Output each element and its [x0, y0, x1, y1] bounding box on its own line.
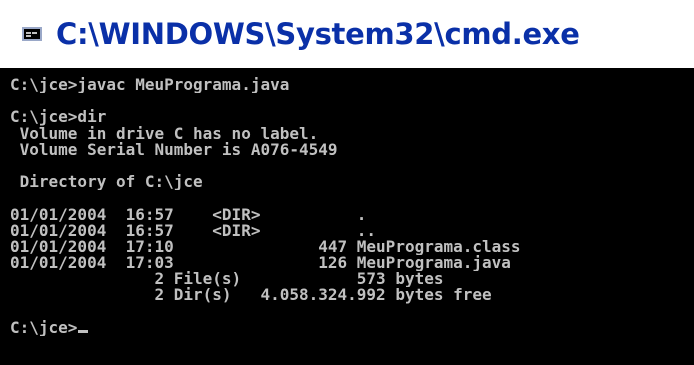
console-line: 01/01/2004 16:57 <DIR> . — [10, 206, 367, 223]
console-output[interactable]: C:\jce>javac MeuPrograma.java C:\jce>dir… — [0, 68, 694, 365]
console-line: Directory of C:\jce — [10, 174, 203, 191]
console-icon[interactable] — [22, 27, 42, 41]
console-line: C:\jce>javac MeuPrograma.java — [10, 77, 290, 94]
console-line: C:\jce>dir — [10, 109, 107, 126]
cmd-window: C:\WINDOWS\System32\cmd.exe C:\jce>javac… — [0, 0, 694, 365]
console-line: 01/01/2004 17:03 126 MeuPrograma.java — [10, 255, 511, 272]
console-line: Volume in drive C has no label. — [10, 125, 319, 142]
console-line: 01/01/2004 17:10 447 MeuPrograma.class — [10, 238, 521, 256]
console-line: Volume Serial Number is A076-4549 — [10, 141, 338, 158]
title-bar[interactable]: C:\WINDOWS\System32\cmd.exe — [0, 0, 694, 68]
prompt-text: C:\jce> — [10, 319, 78, 336]
console-line: 01/01/2004 16:57 <DIR> .. — [10, 222, 377, 239]
console-line: 2 File(s) 573 bytes — [10, 271, 444, 288]
prompt-line[interactable]: C:\jce> — [10, 320, 694, 336]
window-title: C:\WINDOWS\System32\cmd.exe — [56, 17, 580, 51]
text-cursor — [78, 329, 89, 333]
console-line: 2 Dir(s) 4.058.324.992 bytes free — [10, 287, 492, 304]
